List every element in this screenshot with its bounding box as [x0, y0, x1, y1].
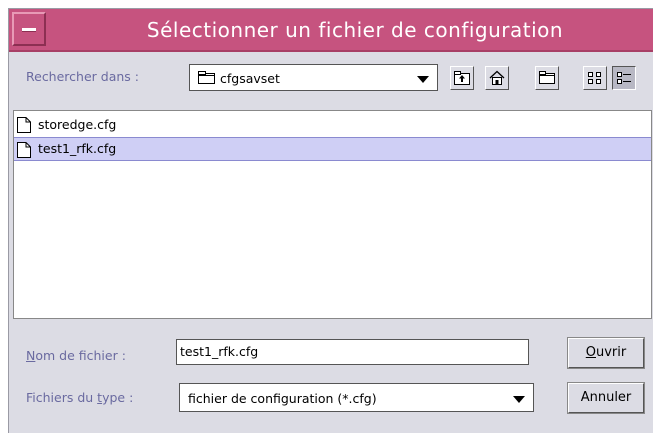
chevron-down-icon — [513, 396, 525, 403]
file-list-item-selected[interactable]: test1_rfk.cfg — [14, 137, 651, 161]
open-button-label: uvrir — [596, 345, 627, 360]
home-icon — [489, 70, 505, 85]
filetype-label-start: Fichiers du — [26, 390, 98, 405]
filename-label-mnemonic: N — [26, 348, 36, 363]
filetype-combo[interactable]: fichier de configuration (*.cfg) — [179, 383, 534, 412]
chevron-down-icon — [417, 76, 429, 83]
filename-label-rest: om de fichier : — [35, 348, 126, 363]
window-title: Sélectionner un fichier de configuration — [146, 18, 564, 42]
filetype-label-rest: ype : — [102, 390, 134, 405]
filetype-label: Fichiers du type : — [26, 390, 133, 405]
new-folder-icon — [539, 71, 555, 84]
folder-icon — [198, 71, 215, 84]
home-button[interactable] — [485, 66, 509, 90]
look-in-combo[interactable]: cfgsavset — [189, 64, 438, 91]
view-toggle-group — [579, 66, 641, 90]
title-bar[interactable]: Sélectionner un fichier de configuration — [9, 9, 653, 52]
details-view-button[interactable] — [612, 66, 636, 90]
details-view-icon — [617, 72, 631, 84]
file-name: storedge.cfg — [38, 117, 117, 132]
file-icon — [17, 142, 31, 158]
file-chooser-dialog: Sélectionner un fichier de configuration… — [8, 8, 653, 433]
new-folder-button[interactable] — [535, 66, 559, 90]
list-view-icon — [588, 72, 601, 84]
open-button-mnemonic: O — [585, 345, 596, 360]
file-name: test1_rfk.cfg — [38, 141, 117, 156]
cancel-button[interactable]: Annuler — [567, 382, 645, 414]
list-view-button[interactable] — [583, 66, 607, 90]
up-folder-icon — [454, 71, 470, 85]
file-list-item[interactable]: storedge.cfg — [14, 113, 651, 137]
file-icon — [17, 117, 31, 133]
filetype-value: fichier de configuration (*.cfg) — [188, 391, 377, 406]
open-button[interactable]: Ouvrir — [567, 337, 645, 369]
filename-input[interactable]: test1_rfk.cfg — [176, 339, 529, 365]
file-list[interactable]: storedge.cfg test1_rfk.cfg — [13, 110, 652, 319]
look-in-value: cfgsavset — [220, 71, 280, 86]
look-in-label: Rechercher dans : — [26, 69, 139, 84]
filename-label: Nom de fichier : — [26, 348, 126, 363]
up-folder-button[interactable] — [450, 66, 474, 90]
